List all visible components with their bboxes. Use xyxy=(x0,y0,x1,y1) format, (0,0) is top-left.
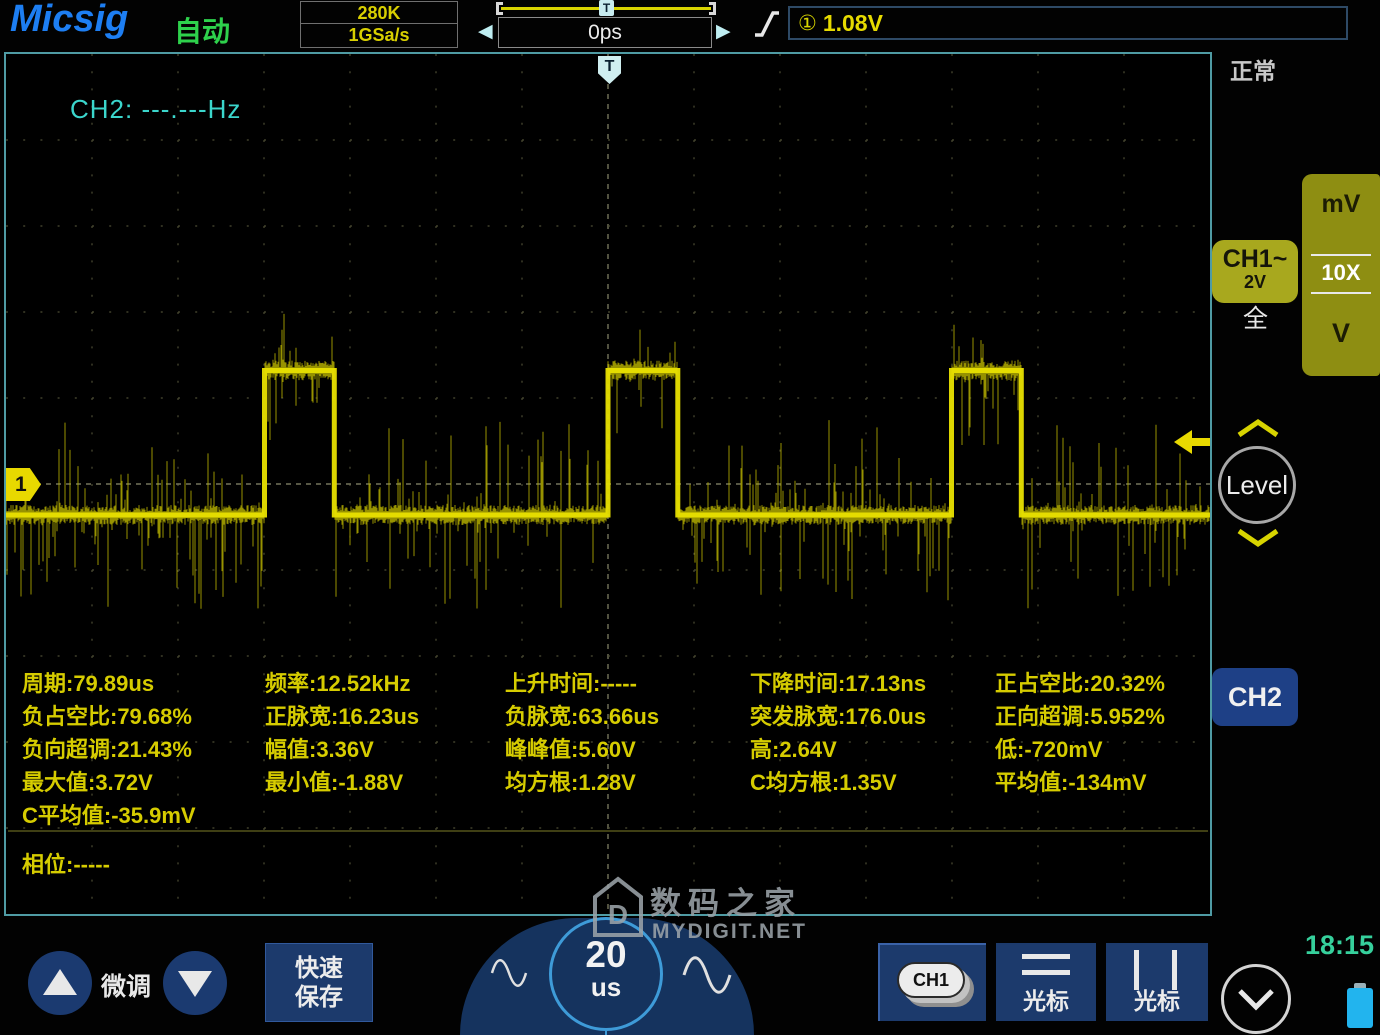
memory-depth: 280K xyxy=(301,2,457,24)
ch1-pill-icon: CH1 xyxy=(897,962,965,998)
sample-rate: 1GSa/s xyxy=(301,24,457,46)
ch2-channel-button[interactable]: CH2 xyxy=(1212,668,1298,726)
level-down-chevron-icon[interactable] xyxy=(1236,528,1280,548)
measurements-divider xyxy=(8,830,1208,832)
measurement-item: 均方根:1.28V xyxy=(505,765,636,797)
measurement-item: 幅值:3.36V xyxy=(265,732,374,764)
cursor-label: 光标 xyxy=(1106,982,1208,1016)
horizontal-cursor-button[interactable]: 光标 xyxy=(996,943,1096,1021)
measurement-item: 负占空比:79.68% xyxy=(22,699,192,731)
trigger-level-value: 1.08V xyxy=(823,10,883,37)
zoom-out-sine-icon[interactable] xyxy=(488,950,530,996)
watermark: D 数码之家 MYDIGIT.NET xyxy=(592,876,644,943)
ch1-scale: 2V xyxy=(1212,272,1298,293)
clock-label: 18:15 xyxy=(1305,930,1374,961)
trigger-delay-readout[interactable]: 0ps xyxy=(498,17,712,48)
svg-text:D: D xyxy=(608,899,628,930)
trigger-level-arrow-icon[interactable] xyxy=(1172,427,1210,457)
measurement-item: 下降时间:17.13ns xyxy=(750,666,926,698)
ch2-frequency-readout: CH2: ---.---Hz xyxy=(70,94,241,125)
trigger-source-badge: ① xyxy=(798,11,817,36)
divider xyxy=(1311,292,1371,294)
cursor-label: 光标 xyxy=(996,982,1096,1016)
measurement-item: 平均值:-134mV xyxy=(995,765,1147,797)
measurement-item: 正脉宽:16.23us xyxy=(265,699,419,731)
measurement-item: 上升时间:----- xyxy=(505,666,637,698)
trigger-position-chip[interactable]: T xyxy=(599,0,614,16)
bandwidth-label: 全 xyxy=(1243,299,1268,335)
h-cursor-line-icon xyxy=(1022,970,1070,975)
measurement-item: 峰峰值:5.60V xyxy=(505,732,636,764)
hub-stem xyxy=(605,1031,607,1035)
measurement-item: 低:-720mV xyxy=(995,732,1103,764)
brand-logo: Micsig xyxy=(10,0,128,41)
quick-save-button[interactable]: 快速 保存 xyxy=(265,943,373,1022)
level-up-chevron-icon[interactable] xyxy=(1236,418,1280,438)
channel-select-button[interactable]: CH1 xyxy=(878,943,986,1021)
delay-left-arrow-icon[interactable]: ◀ xyxy=(478,20,493,43)
fine-tune-label: 微调 xyxy=(101,967,151,1003)
bracket-right-icon xyxy=(709,2,716,15)
measurement-item: 负向超调:21.43% xyxy=(22,732,192,764)
measurement-item: 最小值:-1.88V xyxy=(265,765,403,797)
timebase-unit: us xyxy=(552,974,660,1000)
volt-up-button[interactable]: mV xyxy=(1302,190,1380,219)
ch1-channel-button[interactable]: CH1~ 2V xyxy=(1212,240,1298,303)
probe-ratio-button[interactable]: 10X xyxy=(1302,260,1380,286)
phase-measurement: 相位:----- xyxy=(22,847,110,879)
measurement-item: C平均值:-35.9mV xyxy=(22,798,196,830)
run-mode-label[interactable]: 自动 xyxy=(174,10,230,50)
rising-edge-icon[interactable] xyxy=(752,8,782,40)
measurement-item: 正占空比:20.32% xyxy=(995,666,1165,698)
measurement-item: 负脉宽:63.66us xyxy=(505,699,659,731)
measurement-item: 周期:79.89us xyxy=(22,666,154,698)
bracket-left-icon xyxy=(496,2,503,15)
quick-save-line2: 保存 xyxy=(295,984,343,1011)
waveform-display[interactable]: CH2: ---.---Hz T 1 周期:79.89us频率:12.52kHz… xyxy=(4,52,1212,916)
chevron-down-icon xyxy=(1224,967,1288,1031)
battery-icon xyxy=(1347,988,1373,1028)
watermark-logo-icon: D xyxy=(592,876,644,938)
oscilloscope-screen: Micsig 自动 280K 1GSa/s T ◀ 0ps ▶ ① 1.08V … xyxy=(0,0,1380,1035)
fine-up-button[interactable] xyxy=(28,951,92,1015)
trigger-mode-label: 正常 xyxy=(1230,52,1276,86)
measurement-item: 突发脉宽:176.0us xyxy=(750,699,926,731)
acquisition-info-box[interactable]: 280K 1GSa/s xyxy=(300,1,458,48)
delay-right-arrow-icon[interactable]: ▶ xyxy=(716,20,731,43)
vertical-cursor-button[interactable]: 光标 xyxy=(1106,943,1208,1021)
down-triangle-icon xyxy=(178,971,212,997)
measurement-item: 正向超调:5.952% xyxy=(995,699,1165,731)
fine-down-button[interactable] xyxy=(163,951,227,1015)
watermark-cn: 数码之家 xyxy=(650,878,802,923)
up-triangle-icon xyxy=(43,969,77,995)
watermark-en: MYDIGIT.NET xyxy=(652,920,807,944)
measurement-item: 最大值:3.72V xyxy=(22,765,153,797)
h-cursor-line-icon xyxy=(1022,954,1070,959)
trigger-level-box[interactable]: ① 1.08V xyxy=(788,6,1348,40)
volt-down-button[interactable]: V xyxy=(1302,318,1380,349)
measurement-item: C均方根:1.35V xyxy=(750,765,897,797)
trigger-level-knob[interactable]: Level xyxy=(1218,446,1296,524)
measurement-item: 高:2.64V xyxy=(750,732,837,764)
divider xyxy=(1311,254,1371,256)
zoom-in-sine-icon[interactable] xyxy=(678,946,736,1004)
volt-scale-panel: mV 10X V xyxy=(1302,174,1380,376)
quick-save-line1: 快速 xyxy=(295,955,343,982)
ch1-label: CH1~ xyxy=(1212,245,1298,274)
collapse-menu-button[interactable] xyxy=(1221,964,1291,1034)
measurement-item: 频率:12.52kHz xyxy=(265,666,411,698)
